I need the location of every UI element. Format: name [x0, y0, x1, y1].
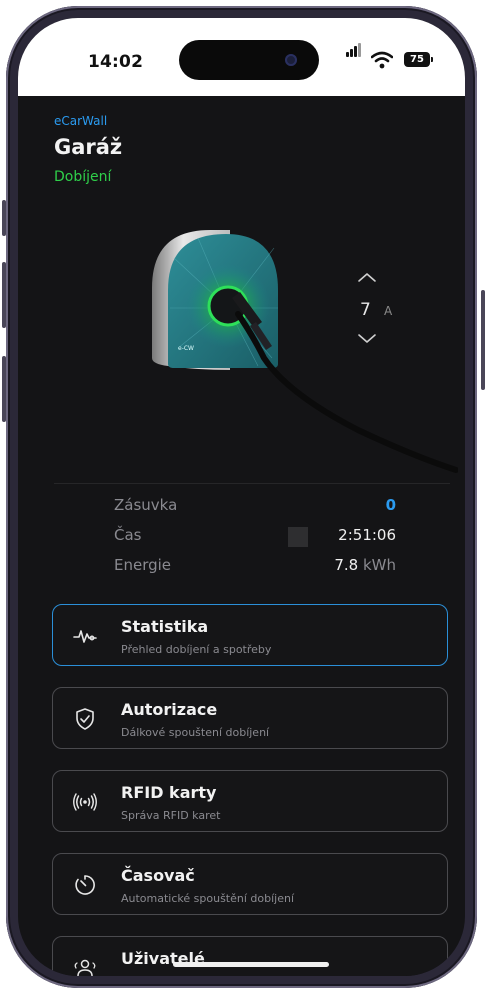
shield-check-icon — [76, 708, 94, 730]
stat-label: Energie — [114, 556, 172, 574]
stat-value: 2:51:06 — [338, 526, 396, 544]
chevron-down-icon — [358, 334, 376, 343]
brand-label: eCarWall — [54, 114, 108, 128]
chevron-up-icon — [358, 273, 376, 282]
stat-row-socket: Zásuvka 0 — [114, 496, 396, 526]
menu-card-casovac[interactable]: Časovač Automatické spouštění dobíjení — [52, 853, 448, 915]
redacted-block — [288, 527, 308, 547]
current-value: 7 — [360, 300, 371, 320]
rfid-signal-icon — [73, 793, 97, 811]
menu-card-statistika[interactable]: Statistika Přehled dobíjení a spotřeby — [52, 604, 448, 666]
charging-stats: Zásuvka 0 Čas 2:51:06 Energie 7.8 kWh — [114, 496, 396, 586]
status-time: 14:02 — [88, 52, 144, 72]
home-indicator[interactable] — [173, 962, 329, 967]
stat-value: 7.8 — [334, 556, 359, 574]
action-button — [2, 200, 6, 236]
stat-row-energy: Energie 7.8 kWh — [114, 556, 396, 586]
menu-subtitle: Dálkové spouštení dobíjení — [121, 726, 270, 739]
menu-card-uzivatele[interactable]: Uživatelé — [52, 936, 448, 976]
charging-status: Dobíjení — [54, 169, 112, 185]
stat-value-wrap: 7.8 kWh — [334, 556, 396, 574]
activity-pulse-icon — [73, 630, 97, 643]
screen: 14:02 75 eCarWall Garáž Dobíjení e-CW 7 … — [18, 18, 465, 976]
timer-icon — [75, 875, 95, 895]
increase-current-button[interactable] — [356, 270, 378, 284]
status-bar: 14:02 75 — [18, 18, 465, 96]
menu-title: Časovač — [121, 866, 195, 885]
menu-subtitle: Správa RFID karet — [121, 809, 221, 822]
stat-unit: kWh — [362, 556, 396, 574]
charger-logo: e-CW — [178, 345, 194, 352]
battery-icon: 75 — [404, 52, 433, 67]
stat-row-time: Čas 2:51:06 — [114, 526, 396, 556]
stat-label: Čas — [114, 526, 142, 544]
stat-value: 0 — [385, 496, 396, 514]
menu-subtitle: Automatické spouštění dobíjení — [121, 892, 295, 905]
wifi-icon — [371, 51, 393, 69]
current-unit: A — [384, 304, 393, 318]
charger-illustration: e-CW — [152, 230, 458, 473]
volume-up-button — [2, 262, 6, 328]
menu-title: RFID karty — [121, 783, 217, 802]
divider — [54, 483, 450, 484]
decrease-current-button[interactable] — [356, 332, 378, 346]
dynamic-island — [179, 40, 319, 80]
current-control: 7 A — [356, 270, 406, 350]
menu-card-autorizace[interactable]: Autorizace Dálkové spouštení dobíjení — [52, 687, 448, 749]
volume-down-button — [2, 356, 6, 422]
users-icon — [74, 959, 96, 976]
menu-title: Statistika — [121, 617, 209, 636]
camera-dot — [285, 54, 297, 66]
power-button — [481, 290, 485, 390]
menu-card-rfid[interactable]: RFID karty Správa RFID karet — [52, 770, 448, 832]
page-title: Garáž — [54, 135, 123, 159]
menu-title: Autorizace — [121, 700, 218, 719]
stat-label: Zásuvka — [114, 496, 178, 514]
menu-subtitle: Přehled dobíjení a spotřeby — [121, 643, 272, 656]
